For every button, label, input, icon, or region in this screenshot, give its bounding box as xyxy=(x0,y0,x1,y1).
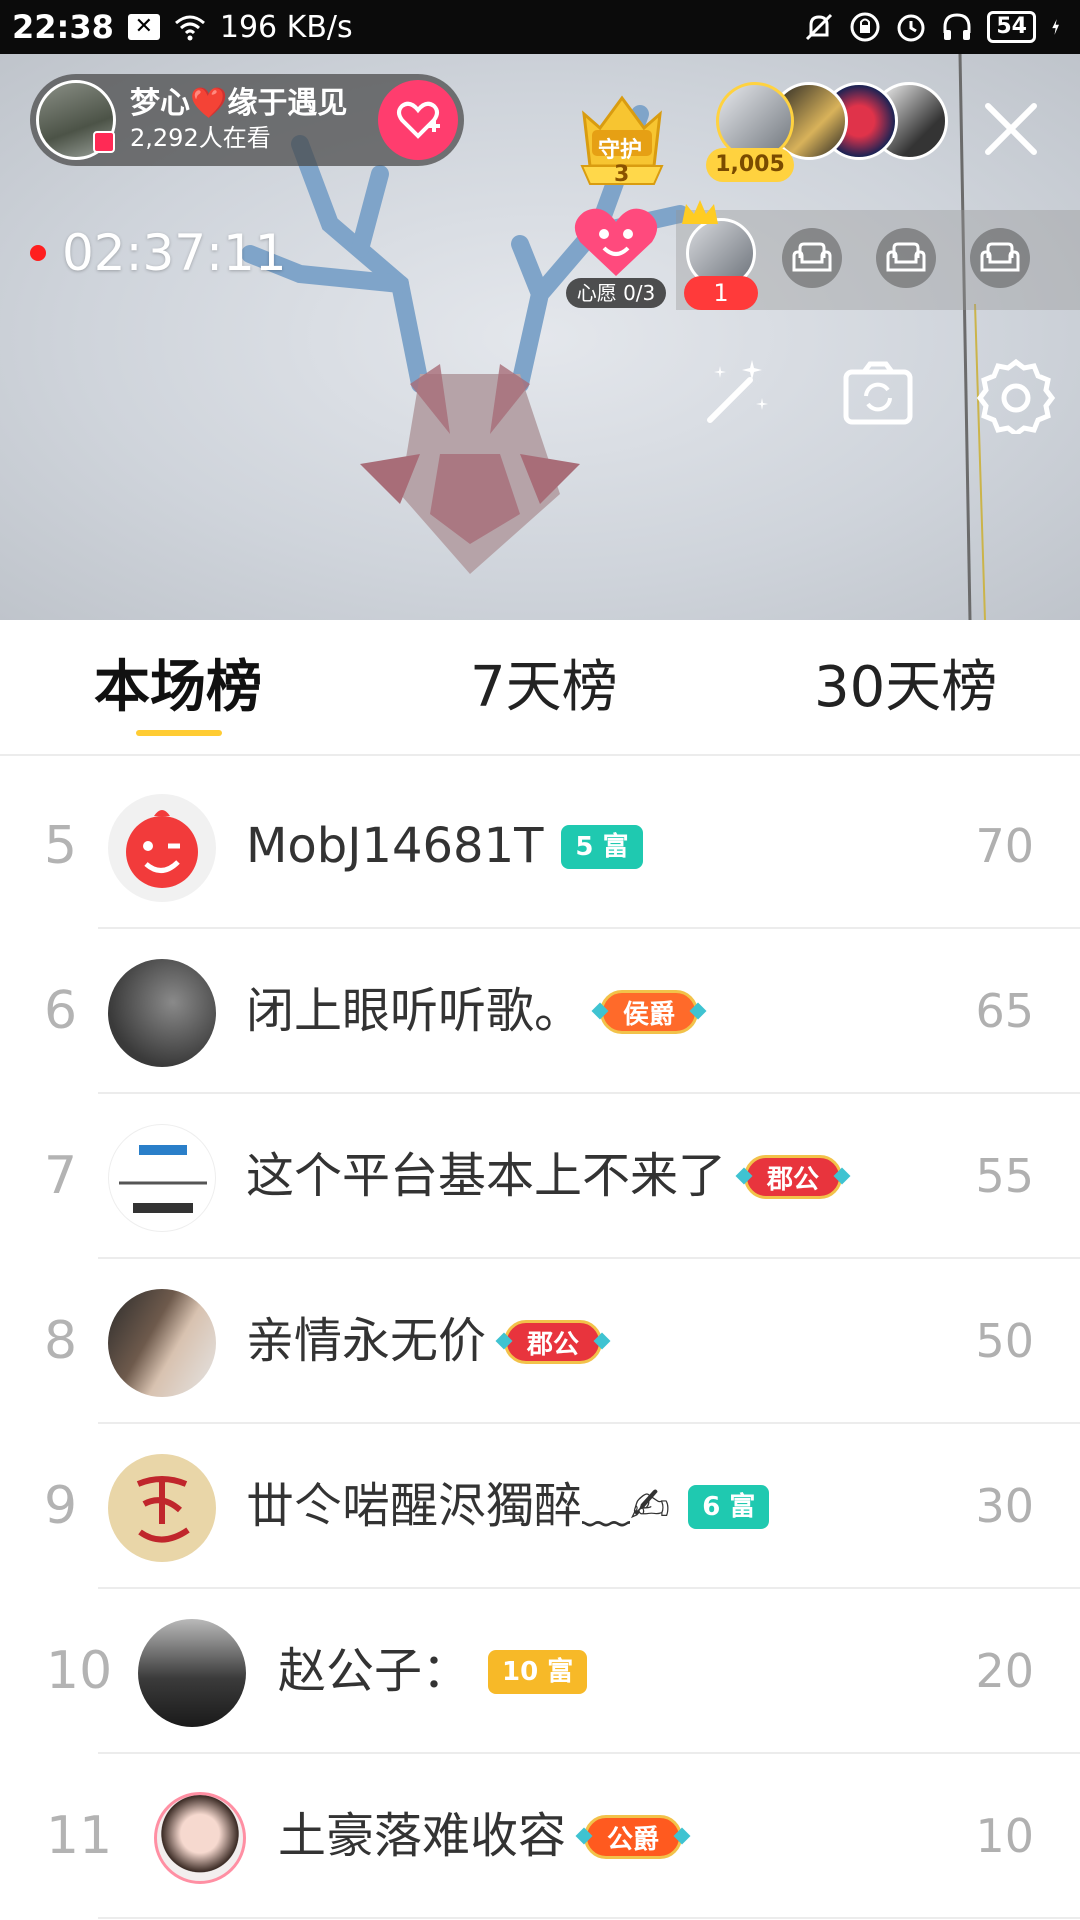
avatar[interactable] xyxy=(154,1792,246,1884)
empty-seat-icon[interactable] xyxy=(782,228,842,288)
charging-icon xyxy=(1052,19,1059,35)
guard-label: 守护 xyxy=(598,138,643,163)
rank-number: 11 xyxy=(46,1806,113,1866)
user-name-cell: 这个平台基本上不来了 郡公 xyxy=(246,1094,843,1259)
tab-7-days[interactable]: 7天榜 xyxy=(470,642,618,723)
user-name-cell: MobJ14681T 5 富 xyxy=(246,764,643,929)
rank-number: 8 xyxy=(44,1311,78,1371)
table-row[interactable]: 8 亲情永无价 郡公 50 xyxy=(44,1259,1080,1424)
network-speed: 196 KB/s xyxy=(219,9,353,45)
table-row[interactable]: 6 闭上眼听听歌。 侯爵 65 xyxy=(44,929,1080,1094)
tab-current-session[interactable]: 本场榜 xyxy=(94,642,262,723)
top-viewer-contribution: 1,005 xyxy=(706,148,794,182)
user-name: 闭上眼听听歌。 xyxy=(246,983,583,1039)
status-time: 22:38 xyxy=(12,8,114,46)
user-name: 土豪落难收容 xyxy=(278,1808,567,1864)
table-row[interactable]: 11 土豪落难收容 公爵 10 xyxy=(46,1754,1080,1919)
noble-title-badge: 郡公 xyxy=(744,1154,843,1199)
contribution-score: 10 xyxy=(975,1809,1034,1863)
empty-seat-icon[interactable] xyxy=(970,228,1030,288)
user-name: 丗仒啱醒浕獨醉﹏✍ xyxy=(246,1478,671,1534)
avatar[interactable] xyxy=(138,1619,246,1727)
tab-30-days[interactable]: 30天榜 xyxy=(814,642,997,723)
rank-number: 10 xyxy=(46,1641,113,1701)
top-viewers[interactable]: 1,005 xyxy=(700,82,950,202)
switch-camera-button[interactable] xyxy=(838,354,918,434)
follow-button[interactable] xyxy=(378,80,458,160)
user-name-cell: 赵公子： 10 富 xyxy=(278,1589,588,1754)
table-row[interactable]: 7 这个平台基本上不来了 郡公 55 xyxy=(44,1094,1080,1259)
host-avatar[interactable] xyxy=(36,80,116,160)
alarm-icon xyxy=(897,14,925,42)
wish-heart-icon xyxy=(574,208,658,276)
table-row[interactable]: 10 赵公子： 10 富 20 xyxy=(46,1589,1080,1754)
user-name: MobJ14681T xyxy=(246,818,544,874)
avatar[interactable] xyxy=(108,959,216,1067)
lock-rotation-icon xyxy=(850,12,880,42)
battery-level: 54 xyxy=(987,11,1036,43)
ranking-tabs: 本场榜 7天榜 30天榜 xyxy=(0,620,1080,756)
status-bar: 22:38 ✕ 196 KB/s 54 xyxy=(0,0,1080,54)
user-name: 这个平台基本上不来了 xyxy=(246,1148,727,1204)
contribution-score: 70 xyxy=(975,819,1034,873)
rank-number: 5 xyxy=(44,816,78,876)
switch-camera-icon xyxy=(843,361,913,425)
rank-number: 6 xyxy=(44,981,78,1041)
guard-count: 3 xyxy=(614,162,630,187)
headphones-icon xyxy=(943,13,971,40)
user-name-cell: 丗仒啱醒浕獨醉﹏✍ 6 富 xyxy=(246,1424,770,1589)
recording-dot-icon xyxy=(30,245,46,261)
beauty-filter-button[interactable] xyxy=(696,354,776,434)
table-row[interactable]: 9 丗仒啱醒浕獨醉﹏✍ 6 富 30 xyxy=(44,1424,1080,1589)
user-name: 亲情永无价 xyxy=(246,1313,487,1369)
noble-title-badge: 公爵 xyxy=(584,1814,683,1859)
contribution-score: 55 xyxy=(975,1149,1034,1203)
avatar[interactable] xyxy=(108,794,216,902)
heart-plus-icon xyxy=(397,101,440,139)
contribution-score: 65 xyxy=(975,984,1034,1038)
gear-icon xyxy=(976,358,1056,434)
wish-button[interactable]: 心愿 0/3 xyxy=(566,202,666,308)
avatar[interactable] xyxy=(108,1454,216,1562)
noble-title-badge: 侯爵 xyxy=(600,989,699,1034)
live-timer: 02:37:11 xyxy=(30,224,287,282)
seat-bar: 1 xyxy=(676,200,1080,310)
live-video[interactable]: 梦心❤️缘于遇见 2,292人在看 守护 3 1,005 02:37:11 心愿… xyxy=(0,54,1080,620)
ranking-list: 5 MobJ14681T 5 富 70 6 闭上眼听听歌。 侯爵 65 7 这个… xyxy=(0,764,1080,1919)
viewer-count: 2,292人在看 xyxy=(130,124,271,152)
rank-number: 7 xyxy=(44,1146,78,1206)
guard-badge[interactable]: 守护 3 xyxy=(574,84,670,188)
crown-icon xyxy=(682,200,718,224)
host-name: 梦心❤️缘于遇见 xyxy=(130,86,348,121)
contribution-score: 30 xyxy=(975,1479,1034,1533)
user-name-cell: 土豪落难收容 公爵 xyxy=(278,1754,683,1919)
user-name-cell: 亲情永无价 郡公 xyxy=(246,1259,603,1424)
table-row[interactable]: 5 MobJ14681T 5 富 70 xyxy=(44,764,1080,929)
magic-wand-icon xyxy=(707,360,768,423)
wealth-level-badge: 5 富 xyxy=(561,824,643,869)
user-name-cell: 闭上眼听听歌。 侯爵 xyxy=(246,929,699,1094)
empty-seat-icon[interactable] xyxy=(876,228,936,288)
contribution-score: 20 xyxy=(975,1644,1034,1698)
avatar[interactable] xyxy=(108,1289,216,1397)
close-icon[interactable] xyxy=(976,94,1046,164)
wealth-level-badge: 10 富 xyxy=(488,1649,588,1694)
notification-icon: ✕ xyxy=(127,14,160,40)
wish-label: 心愿 0/3 xyxy=(566,278,666,308)
wifi-icon xyxy=(174,15,205,41)
wealth-level-badge: 6 富 xyxy=(688,1484,770,1529)
rank-number: 9 xyxy=(44,1476,78,1536)
live-indicator-icon xyxy=(93,131,115,153)
timer-text: 02:37:11 xyxy=(62,224,287,282)
contribution-score: 50 xyxy=(975,1314,1034,1368)
mute-bell-icon xyxy=(806,13,833,41)
active-tab-indicator xyxy=(136,730,222,736)
top-contributor-rank: 1 xyxy=(684,276,758,310)
avatar[interactable] xyxy=(108,1124,216,1232)
noble-title-badge: 郡公 xyxy=(504,1319,603,1364)
settings-button[interactable] xyxy=(976,354,1056,434)
user-name: 赵公子： xyxy=(278,1643,471,1699)
host-info-pill[interactable]: 梦心❤️缘于遇见 2,292人在看 xyxy=(30,74,464,166)
